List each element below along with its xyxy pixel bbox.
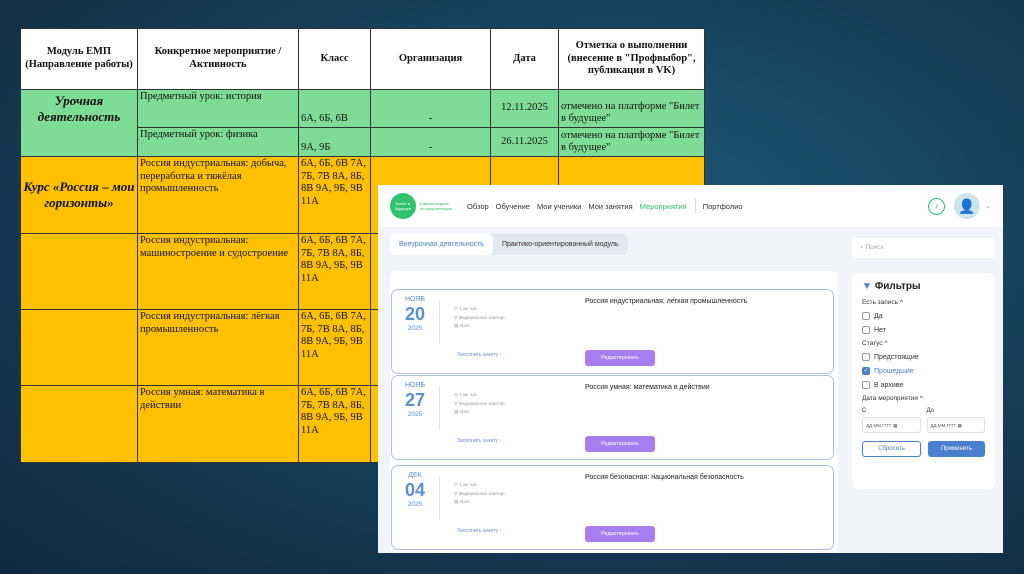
from-label: С (862, 408, 867, 414)
org-cell: - (370, 89, 491, 128)
calendar-icon: ▦ (893, 423, 898, 428)
mark-cell: отмечено на платформе "Билет в будущее" (558, 89, 705, 128)
event-title: Россия безопасная: национальная безопасн… (585, 474, 744, 481)
nav-lessons[interactable]: Мои занятия (588, 202, 632, 211)
table-header-row: Модуль ЕМП (Направление работы) Конкретн… (20, 28, 705, 90)
event-date: НОЯБ 27 2025 (404, 382, 426, 418)
fill-form-link[interactable]: Заполнить анкету › (457, 352, 501, 358)
search-input[interactable]: ⌕ Поиск (852, 238, 995, 258)
logo-subtitle: Единая модель профориентации (420, 201, 452, 211)
event-card: ДЕК 04 2025 ◷ 1 ак. час ⚲ Федеральное занят… (391, 465, 834, 550)
org-cell: - (370, 127, 491, 157)
calendar-icon: ▦ (957, 423, 962, 428)
to-label: До (926, 408, 934, 414)
event-title: Россия индустриальная: легкая промышленн… (585, 298, 748, 305)
apply-button[interactable]: Применить (928, 441, 985, 457)
filters-title: Фильтры (874, 281, 921, 292)
nav-portfolio[interactable]: Портфолио (703, 202, 743, 211)
event-card: НОЯБ 27 2025 ◷ 1 ак. час ⚲ Федеральное заня… (391, 375, 834, 460)
event-meta: ◷ 1 ак. час ⚲ Федеральное занятие ▤ Урок (454, 392, 505, 414)
filter-icon: ▼ (862, 281, 872, 292)
module-cell (20, 233, 138, 310)
edit-button[interactable]: Редактировать (585, 526, 655, 542)
checkbox-no[interactable]: Нет (862, 326, 985, 334)
activity-cell: Предметный урок: физика (137, 127, 299, 157)
header-mark: Отметка о выполнении (внесение в "Профвы… (558, 28, 705, 90)
table-row: Предметный урок: физика 9А, 9Б - 26.11.2… (20, 127, 705, 157)
class-cell: 6А, 6Б, 6В 7А, 7Б, 7В 8А, 8Б, 8В 9А, 9Б,… (298, 233, 371, 310)
bell-icon[interactable]: ♪ (928, 197, 946, 215)
event-card: НОЯБ 20 2025 ◷ 1 ак. час ⚲ Федеральное заня… (391, 289, 834, 374)
nav-events[interactable]: Мероприятия (640, 202, 687, 211)
section-date[interactable]: Дата мероприятия ^ (862, 395, 985, 402)
class-cell: 6А, 6Б, 6В (298, 89, 371, 128)
avatar[interactable]: 👤 (954, 193, 981, 219)
divider (439, 300, 440, 344)
search-placeholder: Поиск (865, 244, 884, 251)
date-cell: 26.11.2025 (490, 127, 559, 157)
module-cell: Урочная деятельность (20, 89, 138, 128)
class-cell: 6А, 6Б, 6В 7А, 7Б, 7В 8А, 8Б, 8В 9А, 9Б,… (298, 309, 371, 386)
header-activity: Конкретное мероприятие / Активность (137, 28, 299, 90)
activity-cell: Россия индустриальная: машиностроение и … (137, 233, 299, 310)
class-cell: 6А, 6Б, 6В 7А, 7Б, 7В 8А, 8Б, 8В 9А, 9Б,… (298, 385, 371, 463)
nav-divider (694, 198, 696, 214)
nav-overview[interactable]: Обзор (467, 202, 489, 211)
date-from-input[interactable]: ДД.ММ.ГГГГ ▦ (862, 417, 921, 433)
module-cell (20, 127, 138, 157)
tab-extracurricular[interactable]: Внеурочная деятельность (390, 234, 493, 255)
mark-cell: отмечено на платформе "Билет в будущее" (558, 127, 705, 157)
app-screenshot: Билет в будущее Единая модель профориент… (378, 185, 1003, 553)
class-cell: 6А, 6Б, 6В 7А, 7Б, 7В 8А, 8Б, 8В 9А, 9Б,… (298, 156, 371, 234)
header-class: Класс (298, 28, 371, 90)
header-org: Организация (370, 28, 491, 90)
date-cell: 12.11.2025 (490, 89, 559, 128)
checkbox-yes[interactable]: Да (862, 312, 985, 320)
edit-button[interactable]: Редактировать (585, 350, 655, 366)
module-cell (20, 309, 138, 386)
tabs: Внеурочная деятельность Практико-ориенти… (390, 234, 628, 255)
fill-form-link[interactable]: Заполнить анкету › (457, 528, 501, 534)
event-meta: ◷ 1 ак. час ⚲ Федеральное занятие ▤ Урок (454, 306, 505, 328)
event-date: ДЕК 04 2025 (404, 472, 426, 508)
activity-cell: Россия индустриальная: лёгкая промышленн… (137, 309, 299, 386)
filters-panel: ▼ Фильтры Есть запись ^ Да Нет Статус ^ … (852, 273, 995, 489)
event-meta: ◷ 1 ак. час ⚲ Федеральное занятие ▤ Урок (454, 482, 505, 504)
module-cell: Курс «Россия – мои горизонты» (20, 156, 138, 234)
reset-button[interactable]: Сбросить (862, 441, 921, 457)
section-has-record[interactable]: Есть запись ^ (862, 299, 985, 306)
checkbox-past[interactable]: ✓ Прошедшие (862, 367, 985, 375)
logo[interactable]: Билет в будущее (390, 193, 416, 219)
nav-students[interactable]: Мои ученики (537, 202, 581, 211)
activity-cell: Россия индустриальная: добыча, переработ… (137, 156, 299, 234)
header-module: Модуль ЕМП (Направление работы) (20, 28, 138, 90)
checkbox-archive[interactable]: В архиве (862, 381, 985, 389)
divider (439, 476, 440, 520)
activity-cell: Предметный урок: история (137, 89, 299, 128)
event-date: НОЯБ 20 2025 (404, 296, 426, 332)
class-cell: 9А, 9Б (298, 127, 371, 157)
top-nav: Билет в будущее Единая модель профориент… (378, 185, 1003, 227)
fill-form-link[interactable]: Заполнить анкету › (457, 438, 501, 444)
divider (439, 386, 440, 430)
checkbox-upcoming[interactable]: Предстоящие (862, 353, 985, 361)
module-cell (20, 385, 138, 463)
nav-learning[interactable]: Обучение (496, 202, 530, 211)
section-status[interactable]: Статус ^ (862, 340, 985, 347)
tab-practice-module[interactable]: Практико-ориентированный модуль (493, 234, 628, 255)
header-date: Дата (490, 28, 559, 90)
edit-button[interactable]: Редактировать (585, 436, 655, 452)
chevron-down-icon[interactable]: ⌄ (985, 202, 991, 210)
date-to-input[interactable]: ДД.ММ.ГГГГ ▦ (926, 417, 985, 433)
activity-cell: Россия умная: математика в действии (137, 385, 299, 463)
event-title: Россия умная: математика в действии (585, 384, 710, 391)
table-row: Урочная деятельность Предметный урок: ис… (20, 89, 705, 128)
